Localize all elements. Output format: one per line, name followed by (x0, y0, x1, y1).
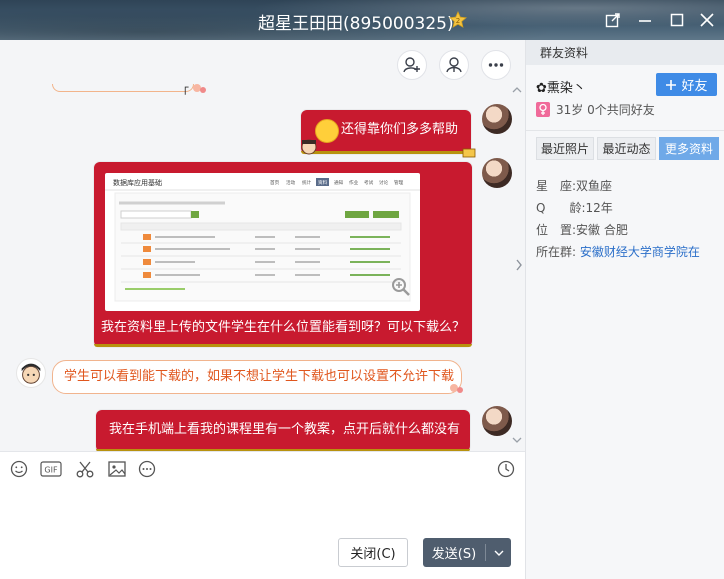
group-members-icon (446, 57, 462, 73)
age-summary: 31岁 0个共同好友 (536, 101, 655, 118)
course-title: 数据库应用基础 (113, 178, 162, 187)
message-bubble-right[interactable]: 我在手机端上看我的课程里有一个教案，点开后就什么都没有 (96, 410, 470, 451)
close-chat-button[interactable]: 关闭(C) (338, 538, 408, 567)
gif-icon[interactable]: GIF (40, 461, 62, 477)
message-text: 学生可以看到能下载的，如果不想让学生下载也可以设置不允许下载 (64, 369, 455, 384)
nav-item: 管理 (394, 179, 404, 186)
message-text: 我在手机端上看我的课程里有一个教案，点开后就什么都没有 (109, 422, 461, 437)
minimize-icon[interactable] (636, 11, 654, 29)
more-options-button[interactable] (481, 50, 511, 80)
send-button[interactable]: 发送(S) (423, 538, 511, 567)
add-member-icon (403, 57, 420, 73)
close-icon[interactable] (698, 11, 716, 29)
tab-more-info[interactable]: 更多资料 (659, 137, 719, 160)
more-tools-icon[interactable] (137, 459, 157, 479)
avatar-cartoon-icon[interactable] (16, 358, 46, 388)
tab-recent-activity[interactable]: 最近动态 (597, 137, 656, 160)
title-bar: 超星王田田(895000325) 2 (0, 0, 724, 40)
zoom-in-icon[interactable] (390, 276, 412, 298)
nav-item: 通知 (334, 179, 344, 186)
chevron-down-icon (494, 550, 503, 556)
send-button-label: 发送(S) (431, 547, 477, 562)
info-location: 位 置:安徽 合肥 (536, 223, 628, 237)
more-dots-icon (488, 63, 504, 67)
info-q-age: Q 龄:12年 (536, 201, 613, 215)
scroll-down-icon[interactable] (512, 436, 522, 444)
window-title: 超星王田田(895000325) (258, 14, 454, 34)
avatar[interactable] (482, 104, 512, 134)
panel-header: 群友资料 (526, 40, 724, 65)
previous-message-bubble (52, 84, 194, 92)
nav-item-active: 资料 (318, 179, 328, 186)
nav-item: 作业 (349, 179, 359, 186)
screenshot-scissors-icon[interactable] (75, 459, 95, 479)
avatar[interactable] (482, 406, 512, 436)
info-group: 所在群: 安徽财经大学商学院在 (536, 245, 700, 259)
member-profile-panel: 群友资料 ✿熏染丶 好友 31岁 0个共同好友 最近照片 最近动态 更多资料 星… (525, 40, 724, 579)
nav-item: 讨论 (379, 179, 389, 186)
tab-recent-photos[interactable]: 最近照片 (536, 137, 594, 160)
shared-screenshot-image[interactable]: 数据库应用基础 首页 活动 统计 资料 通知 作业 考试 讨论 管理 (105, 173, 420, 311)
previous-message-text: 「 (177, 86, 190, 100)
info-zodiac: 星 座:双鱼座 (536, 179, 613, 193)
nav-item: 考试 (364, 179, 374, 186)
avatar[interactable] (482, 158, 512, 188)
history-clock-icon[interactable] (496, 459, 516, 479)
emoji-icon[interactable] (9, 459, 29, 479)
message-input-area[interactable]: GIF 关闭(C) 发送(S) (0, 451, 525, 579)
gif-label: GIF (44, 466, 58, 475)
chat-history[interactable]: 「 还得靠你们多多帮助 数据库应用基础 首页 活动 统计 资料 通知 作业 考试… (0, 40, 525, 451)
message-text: 还得靠你们多多帮助 (341, 122, 459, 137)
message-bubble-left[interactable]: 学生可以看到能下载的，如果不想让学生下载也可以设置不允许下载 (52, 360, 462, 394)
bubble-corner-decoration-icon (462, 148, 476, 158)
add-friend-button[interactable]: 好友 (656, 73, 717, 96)
group-members-button[interactable] (439, 50, 469, 80)
nav-item: 统计 (302, 179, 312, 186)
scroll-up-icon[interactable] (512, 86, 522, 94)
panel-collapse-chevron-icon[interactable] (513, 250, 525, 280)
maximize-icon[interactable] (668, 11, 686, 29)
add-friend-label: 好友 (681, 79, 708, 94)
bubble-decoration-icon (450, 384, 463, 393)
group-link[interactable]: 安徽财经大学商学院在 (580, 245, 700, 259)
message-bubble-right[interactable]: 还得靠你们多多帮助 (301, 110, 471, 154)
send-options-dropdown[interactable] (486, 549, 511, 557)
level-badge-number: 2 (456, 17, 460, 25)
share-window-icon[interactable] (604, 11, 622, 29)
plus-icon (666, 79, 677, 90)
age-summary-text: 31岁 0个共同好友 (556, 103, 655, 117)
nav-item: 首页 (270, 179, 280, 186)
nav-item: 活动 (286, 179, 296, 186)
level-badge-icon: 2 (449, 11, 467, 28)
message-bubble-image[interactable]: 数据库应用基础 首页 活动 统计 资料 通知 作业 考试 讨论 管理 我在资料里… (94, 162, 472, 347)
add-member-button[interactable] (397, 50, 427, 80)
member-nickname: ✿熏染丶 (536, 81, 586, 96)
bubble-decoration-icon (193, 84, 206, 93)
message-text: 我在资料里上传的文件学生在什么位置能看到呀？可以下载么？ (101, 320, 466, 335)
female-icon (536, 102, 550, 117)
image-icon[interactable] (107, 459, 127, 479)
bubble-cartoon-decoration-icon (301, 139, 317, 155)
chat-window: 超星王田田(895000325) 2 「 还得靠你们多多帮助 数据库应用基础 首… (0, 0, 724, 579)
